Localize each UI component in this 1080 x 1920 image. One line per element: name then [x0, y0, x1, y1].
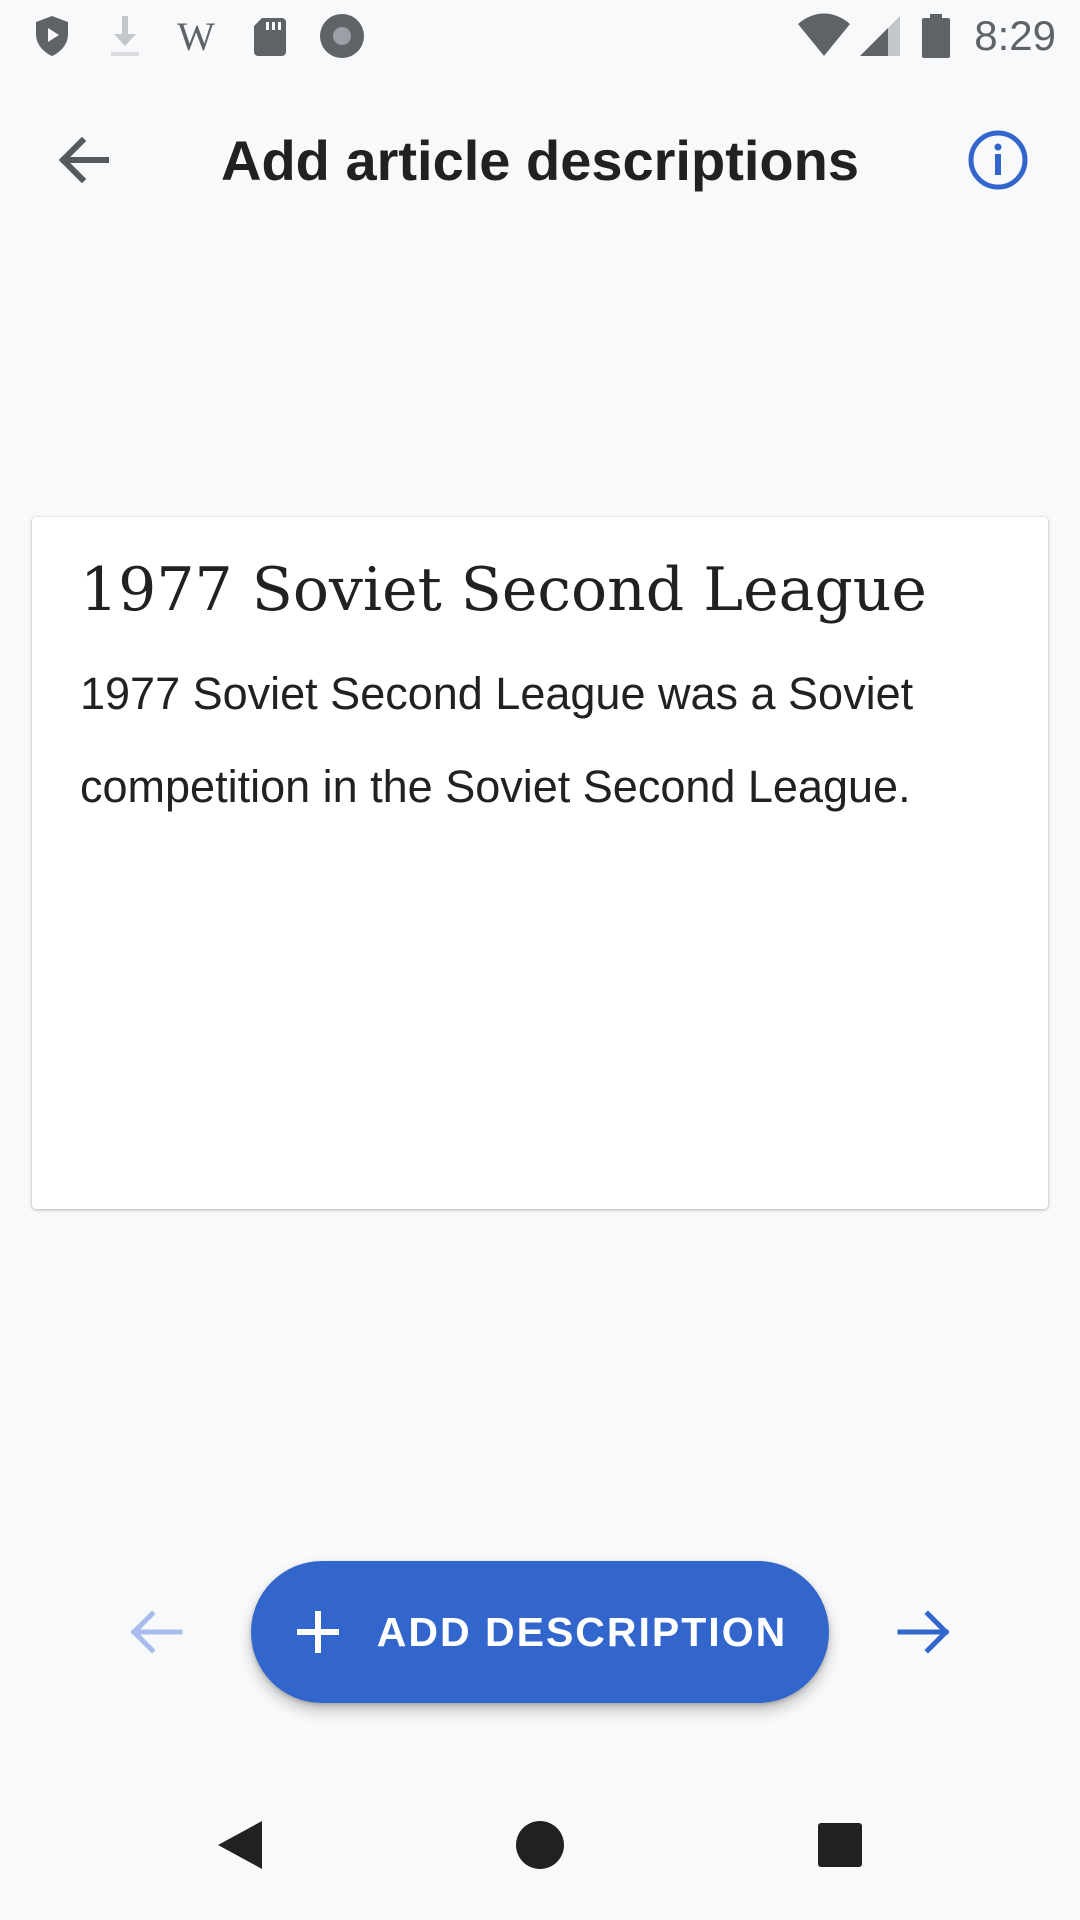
wikipedia-icon: W	[172, 12, 220, 60]
nav-home-button[interactable]	[500, 1805, 580, 1885]
article-extract: 1977 Soviet Second League was a Soviet c…	[80, 668, 914, 812]
system-nav-bar	[0, 1790, 1080, 1900]
nav-recents-button[interactable]	[800, 1805, 880, 1885]
plus-icon	[296, 1611, 339, 1653]
download-icon	[101, 12, 149, 60]
screen: W 8:29 Add article descriptions 1977 Sov…	[0, 0, 1080, 1920]
sd-card-icon	[246, 12, 294, 60]
article-card[interactable]: 1977 Soviet Second League 1977 Soviet Se…	[32, 517, 1048, 1209]
info-icon	[968, 130, 1028, 190]
article-title: 1977 Soviet Second League	[80, 555, 927, 625]
back-triangle-icon	[218, 1821, 262, 1869]
home-circle-icon	[516, 1821, 564, 1869]
shield-play-icon	[28, 12, 76, 60]
next-article-button[interactable]	[884, 1592, 964, 1672]
previous-article-button[interactable]	[116, 1592, 196, 1672]
toolbar: Add article descriptions	[0, 90, 1080, 226]
signal-icon	[856, 12, 904, 60]
add-description-button[interactable]: ADD DESCRIPTION	[251, 1561, 829, 1703]
arrow-back-icon	[130, 1610, 183, 1654]
wifi-icon	[796, 12, 852, 60]
nav-back-button[interactable]	[200, 1805, 280, 1885]
arrow-forward-icon	[897, 1610, 950, 1654]
status-time: 8:29	[974, 12, 1056, 59]
info-button[interactable]	[958, 120, 1038, 200]
status-bar: W 8:29	[0, 0, 1080, 72]
add-description-label: ADD DESCRIPTION	[376, 1608, 788, 1655]
svg-text:W: W	[177, 14, 215, 59]
record-icon	[318, 12, 366, 60]
page-title: Add article descriptions	[221, 129, 859, 192]
battery-icon	[918, 12, 954, 60]
recents-square-icon	[818, 1823, 862, 1867]
